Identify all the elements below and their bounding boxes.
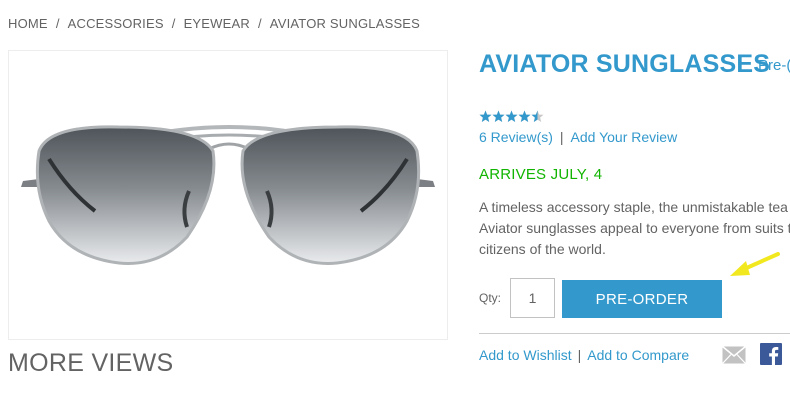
facebook-icon[interactable] — [760, 343, 782, 365]
envelope-icon[interactable] — [722, 346, 746, 364]
preorder-button[interactable]: PRE-ORDER — [562, 280, 722, 318]
breadcrumb-eyewear[interactable]: EYEWEAR — [184, 16, 250, 31]
preorder-tag: Pre-( — [758, 57, 790, 74]
add-to-wishlist-link[interactable]: Add to Wishlist — [479, 347, 572, 363]
reviews-link[interactable]: 6 Review(s) — [479, 129, 553, 145]
reviews-row: 6 Review(s) | Add Your Review — [479, 129, 677, 145]
arrival-date: ARRIVES JULY, 4 — [479, 166, 603, 183]
add-to-compare-link[interactable]: Add to Compare — [587, 347, 689, 363]
actions-separator: | — [577, 347, 582, 363]
description-line: Aviator sunglasses appeal to everyone fr… — [479, 220, 790, 236]
description-line: A timeless accessory staple, the unmista… — [479, 199, 788, 215]
add-review-link[interactable]: Add Your Review — [571, 129, 678, 145]
breadcrumb-accessories[interactable]: ACCESSORIES — [68, 16, 164, 31]
qty-label: Qty: — [479, 291, 502, 305]
breadcrumb-current: AVIATOR SUNGLASSES — [269, 16, 421, 31]
product-actions: Add to Wishlist | Add to Compare — [479, 347, 689, 363]
qty-input[interactable] — [510, 278, 555, 318]
divider — [479, 333, 790, 334]
breadcrumb-separator: / — [171, 16, 176, 31]
product-image[interactable] — [8, 50, 448, 340]
breadcrumb-home[interactable]: HOME — [8, 16, 48, 31]
breadcrumb: HOME / ACCESSORIES / EYEWEAR / AVIATOR SUNGLAS… — [8, 16, 420, 31]
rating-stars — [479, 110, 544, 122]
more-views-heading: MORE VIEWS — [8, 349, 174, 377]
aviator-sunglasses-image — [21, 125, 435, 265]
product-title: AVIATOR SUNGLASSES — [479, 50, 771, 78]
annotation-arrow-icon — [730, 252, 780, 276]
product-page: HOME / ACCESSORIES / EYEWEAR / AVIATOR SUNGLAS… — [0, 0, 790, 400]
breadcrumb-separator: / — [55, 16, 60, 31]
reviews-separator: | — [559, 129, 564, 145]
breadcrumb-separator: / — [257, 16, 262, 31]
